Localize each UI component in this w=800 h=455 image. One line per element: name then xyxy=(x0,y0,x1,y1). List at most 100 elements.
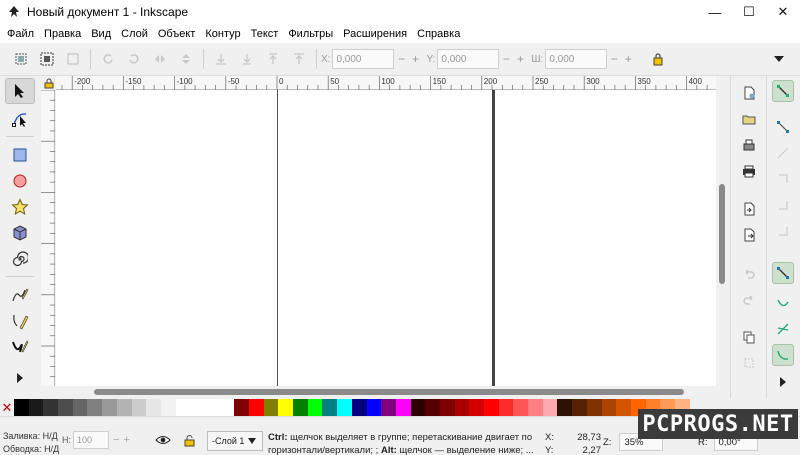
vertical-scrollbar[interactable] xyxy=(716,90,728,386)
width-increment-button[interactable]: + xyxy=(621,52,635,66)
color-swatch[interactable] xyxy=(219,399,235,416)
minimize-button[interactable]: — xyxy=(698,0,732,24)
horizontal-scrollbar[interactable] xyxy=(56,386,716,398)
snapbar-overflow-icon[interactable] xyxy=(772,374,794,390)
select-all-layers-icon[interactable] xyxy=(36,48,58,70)
maximize-button[interactable]: ☐ xyxy=(732,0,766,24)
color-swatch[interactable] xyxy=(337,399,352,416)
width-decrement-button[interactable]: − xyxy=(607,52,621,66)
color-swatch[interactable] xyxy=(58,399,73,416)
snap-intersections-icon[interactable] xyxy=(772,318,794,340)
color-swatch[interactable] xyxy=(204,399,220,416)
color-swatch[interactable] xyxy=(381,399,396,416)
menu-filters[interactable]: Фильтры xyxy=(283,28,338,40)
color-swatch[interactable] xyxy=(322,399,338,416)
copy-icon[interactable] xyxy=(738,326,760,348)
horizontal-scrollbar-thumb[interactable] xyxy=(94,389,684,395)
toolbar-overflow-icon[interactable] xyxy=(768,48,790,70)
color-swatch[interactable] xyxy=(160,399,176,416)
color-swatch[interactable] xyxy=(43,399,59,416)
color-swatch[interactable] xyxy=(528,399,543,416)
calligraphy-tool-icon[interactable] xyxy=(5,334,35,360)
print-icon[interactable] xyxy=(738,160,760,182)
color-swatch[interactable] xyxy=(557,399,573,416)
opacity-increment-button[interactable]: + xyxy=(123,434,129,446)
layer-lock-icon[interactable] xyxy=(184,435,195,450)
fill-indicator[interactable]: Заливка: Н/Д xyxy=(3,431,58,441)
3d-box-tool-icon[interactable] xyxy=(5,220,35,246)
color-swatch[interactable] xyxy=(249,399,264,416)
drawing-canvas[interactable] xyxy=(56,90,716,386)
lower-icon[interactable] xyxy=(236,48,258,70)
menu-text[interactable]: Текст xyxy=(246,28,284,40)
menu-layer[interactable]: Слой xyxy=(116,28,153,40)
color-swatch[interactable] xyxy=(439,399,455,416)
no-paint-swatch[interactable]: ✕ xyxy=(0,399,14,416)
y-increment-button[interactable]: + xyxy=(513,52,527,66)
color-swatch[interactable] xyxy=(351,399,367,416)
menu-help[interactable]: Справка xyxy=(412,28,465,40)
redo-icon[interactable] xyxy=(738,288,760,310)
x-decrement-button[interactable]: − xyxy=(394,52,408,66)
color-swatch[interactable] xyxy=(586,399,602,416)
lock-proportions-icon[interactable] xyxy=(647,48,669,70)
rotate-cw-icon[interactable] xyxy=(123,48,145,70)
color-swatch[interactable] xyxy=(190,399,205,416)
color-swatch[interactable] xyxy=(601,399,617,416)
snap-toggle-icon[interactable] xyxy=(772,80,794,102)
menu-path[interactable]: Контур xyxy=(200,28,245,40)
horizontal-ruler[interactable]: -200 -150 -100 -50 0 50 100 150 200 250 300 350 400 xyxy=(56,76,716,90)
color-swatch[interactable] xyxy=(87,399,103,416)
deselect-icon[interactable] xyxy=(62,48,84,70)
color-swatch[interactable] xyxy=(14,399,29,416)
flip-vertical-icon[interactable] xyxy=(175,48,197,70)
menu-object[interactable]: Объект xyxy=(153,28,200,40)
flip-horizontal-icon[interactable] xyxy=(149,48,171,70)
color-swatch[interactable] xyxy=(175,399,191,416)
toolbox-overflow-icon[interactable] xyxy=(5,370,35,386)
color-swatch[interactable] xyxy=(72,399,88,416)
snap-bbox-icon[interactable] xyxy=(772,116,794,138)
close-button[interactable]: ✕ xyxy=(766,0,800,24)
color-swatch[interactable] xyxy=(484,399,499,416)
raise-icon[interactable] xyxy=(262,48,284,70)
open-document-icon[interactable] xyxy=(738,108,760,130)
color-swatch[interactable] xyxy=(28,399,44,416)
undo-icon[interactable] xyxy=(738,262,760,284)
color-swatch[interactable] xyxy=(131,399,147,416)
layer-visibility-eye-icon[interactable] xyxy=(155,435,171,448)
ellipse-tool-icon[interactable] xyxy=(5,168,35,194)
color-swatch[interactable] xyxy=(366,399,382,416)
snap-bbox-edge-icon[interactable] xyxy=(772,142,794,164)
print-preview-icon[interactable] xyxy=(738,134,760,156)
raise-to-top-icon[interactable] xyxy=(288,48,310,70)
spiral-tool-icon[interactable] xyxy=(5,246,35,272)
vertical-ruler[interactable] xyxy=(41,90,55,386)
snap-nodes-icon[interactable] xyxy=(772,262,794,284)
vertical-scrollbar-thumb[interactable] xyxy=(719,184,725,284)
color-swatch[interactable] xyxy=(307,399,323,416)
pencil-tool-icon[interactable] xyxy=(5,282,35,308)
current-layer-dropdown[interactable]: -Слой 1 xyxy=(207,431,263,451)
color-swatch[interactable] xyxy=(498,399,514,416)
menu-file[interactable]: Файл xyxy=(2,28,39,40)
color-swatch[interactable] xyxy=(234,399,249,416)
star-tool-icon[interactable] xyxy=(5,194,35,220)
snap-bbox-center-icon[interactable] xyxy=(772,220,794,242)
color-swatch[interactable] xyxy=(572,399,587,416)
width-input[interactable] xyxy=(545,49,608,69)
stroke-indicator[interactable]: Обводка: Н/Д xyxy=(3,444,59,454)
x-input[interactable] xyxy=(332,49,395,69)
color-swatch[interactable] xyxy=(395,399,411,416)
color-swatch[interactable] xyxy=(116,399,132,416)
menu-edit[interactable]: Правка xyxy=(39,28,86,40)
color-swatch[interactable] xyxy=(454,399,470,416)
node-tool-icon[interactable] xyxy=(5,106,35,132)
color-swatch[interactable] xyxy=(263,399,279,416)
snap-smooth-nodes-icon[interactable] xyxy=(772,344,794,366)
lower-to-bottom-icon[interactable] xyxy=(210,48,232,70)
color-swatch[interactable] xyxy=(102,399,117,416)
snap-bbox-corner-icon[interactable] xyxy=(772,168,794,190)
menu-extensions[interactable]: Расширения xyxy=(338,28,412,40)
menu-view[interactable]: Вид xyxy=(86,28,116,40)
